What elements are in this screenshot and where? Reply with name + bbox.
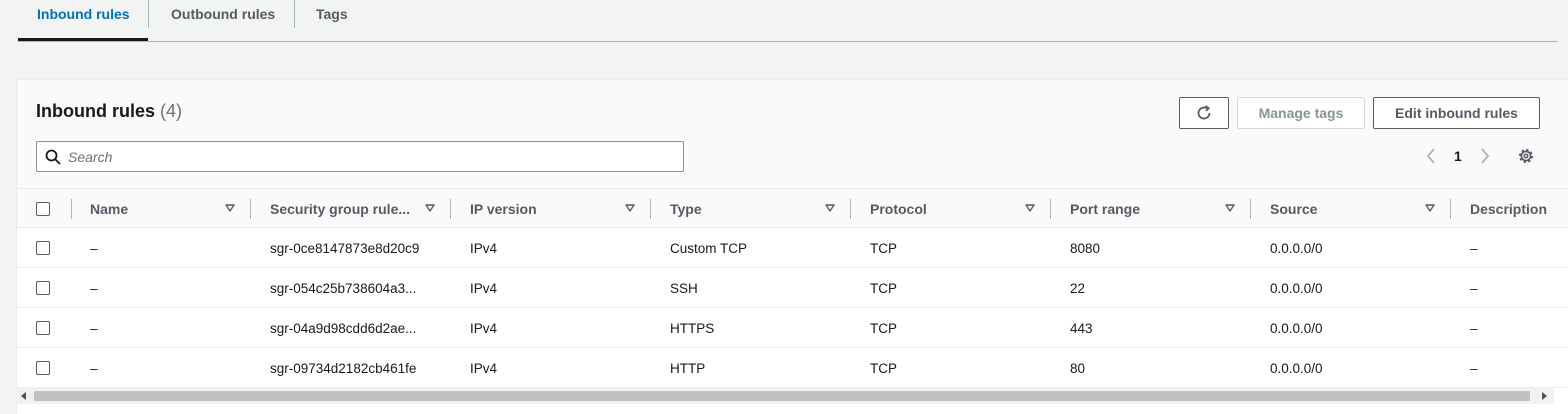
cell-port-range: 8080 (1070, 241, 1101, 256)
cell-rule-id: sgr-0ce8147873e8d20c9 (270, 241, 420, 256)
row-checkbox[interactable] (36, 241, 50, 255)
cell-source: 0.0.0.0/0 (1270, 361, 1323, 376)
cell-source: 0.0.0.0/0 (1270, 281, 1323, 296)
column-header-ip-version[interactable]: IP version (470, 201, 537, 217)
sort-icon[interactable] (1025, 204, 1035, 212)
search-icon (45, 149, 61, 165)
tab-divider (294, 0, 295, 28)
cell-source: 0.0.0.0/0 (1270, 321, 1323, 336)
inbound-rules-panel: Inbound rules (4) Manage tags Edit inbou… (16, 79, 1568, 414)
cell-type: SSH (670, 281, 698, 296)
cell-rule-id: sgr-054c25b738604a3... (270, 281, 417, 296)
edit-inbound-rules-button[interactable]: Edit inbound rules (1373, 97, 1540, 129)
panel-header: Inbound rules (4) Manage tags Edit inbou… (17, 80, 1568, 188)
tab-inbound-rules[interactable]: Inbound rules (37, 0, 130, 42)
cell-protocol: TCP (870, 241, 897, 256)
tab-tags[interactable]: Tags (316, 0, 348, 42)
active-tab-indicator (18, 38, 148, 41)
select-all-checkbox[interactable] (36, 202, 50, 216)
cell-ip-version: IPv4 (470, 241, 498, 256)
cell-description: – (1470, 281, 1478, 296)
cell-ip-version: IPv4 (470, 321, 498, 336)
cell-description: – (1470, 321, 1478, 336)
column-divider (250, 199, 251, 219)
refresh-button[interactable] (1179, 97, 1229, 129)
tab-outbound-rules[interactable]: Outbound rules (171, 0, 275, 42)
search-input[interactable] (68, 144, 668, 169)
cell-port-range: 443 (1070, 321, 1093, 336)
cell-name: – (90, 241, 98, 256)
cell-source: 0.0.0.0/0 (1270, 241, 1323, 256)
search-box (36, 141, 684, 172)
table-row[interactable]: – sgr-0ce8147873e8d20c9 IPv4 Custom TCP … (17, 228, 1568, 268)
previous-page-icon[interactable] (1423, 146, 1439, 166)
cell-description: – (1470, 361, 1478, 376)
column-header-source[interactable]: Source (1270, 201, 1317, 217)
column-divider (71, 199, 72, 219)
cell-type: HTTP (670, 361, 706, 376)
cell-name: – (90, 281, 98, 296)
column-divider (650, 199, 651, 219)
refresh-icon (1197, 105, 1211, 120)
table-row[interactable]: – sgr-09734d2182cb461fe IPv4 HTTP TCP 80… (17, 348, 1568, 388)
cell-protocol: TCP (870, 321, 897, 336)
cell-type: Custom TCP (670, 241, 748, 256)
cell-ip-version: IPv4 (470, 281, 498, 296)
column-divider (1250, 199, 1251, 219)
next-page-icon[interactable] (1477, 146, 1493, 166)
column-header-protocol[interactable]: Protocol (870, 201, 927, 217)
panel-title-text: Inbound rules (36, 101, 155, 121)
page-number[interactable]: 1 (1454, 148, 1462, 164)
sort-icon[interactable] (425, 204, 435, 212)
tab-divider (148, 0, 149, 28)
horizontal-scrollbar[interactable] (16, 388, 1554, 404)
manage-tags-button[interactable]: Manage tags (1237, 97, 1365, 129)
column-header-type[interactable]: Type (670, 201, 702, 217)
scroll-right-icon[interactable] (1542, 392, 1547, 400)
table-row[interactable]: – sgr-054c25b738604a3... IPv4 SSH TCP 22… (17, 268, 1568, 308)
column-header-rule-id[interactable]: Security group rule... (270, 201, 410, 217)
row-checkbox[interactable] (36, 321, 50, 335)
table-header: Name Security group rule... IP version T… (17, 188, 1568, 228)
column-divider (850, 199, 851, 219)
column-divider (450, 199, 451, 219)
tab-bar: Inbound rules Outbound rules Tags (18, 0, 1558, 42)
cell-type: HTTPS (670, 321, 715, 336)
cell-protocol: TCP (870, 281, 897, 296)
scrollbar-thumb[interactable] (34, 391, 1530, 401)
row-checkbox[interactable] (36, 281, 50, 295)
sort-icon[interactable] (225, 204, 235, 212)
column-divider (1050, 199, 1051, 219)
cell-description: – (1470, 241, 1478, 256)
cell-name: – (90, 321, 98, 336)
cell-port-range: 22 (1070, 281, 1086, 296)
sort-icon[interactable] (625, 204, 635, 212)
sort-icon[interactable] (825, 204, 835, 212)
cell-rule-id: sgr-04a9d98cdd6d2ae... (270, 321, 417, 336)
gear-icon[interactable] (1517, 147, 1535, 165)
column-header-name[interactable]: Name (90, 201, 128, 217)
sort-icon[interactable] (1225, 204, 1235, 212)
cell-protocol: TCP (870, 361, 897, 376)
cell-name: – (90, 361, 98, 376)
column-divider (1450, 199, 1451, 219)
rule-count: (4) (160, 101, 183, 121)
column-header-description[interactable]: Description (1470, 201, 1547, 217)
sort-icon[interactable] (1425, 204, 1435, 212)
scroll-left-icon[interactable] (21, 392, 26, 400)
cell-port-range: 80 (1070, 361, 1086, 376)
cell-rule-id: sgr-09734d2182cb461fe (270, 361, 417, 376)
panel-title: Inbound rules (4) (36, 101, 182, 122)
cell-ip-version: IPv4 (470, 361, 498, 376)
row-checkbox[interactable] (36, 361, 50, 375)
column-header-port-range[interactable]: Port range (1070, 201, 1140, 217)
table-row[interactable]: – sgr-04a9d98cdd6d2ae... IPv4 HTTPS TCP … (17, 308, 1568, 348)
